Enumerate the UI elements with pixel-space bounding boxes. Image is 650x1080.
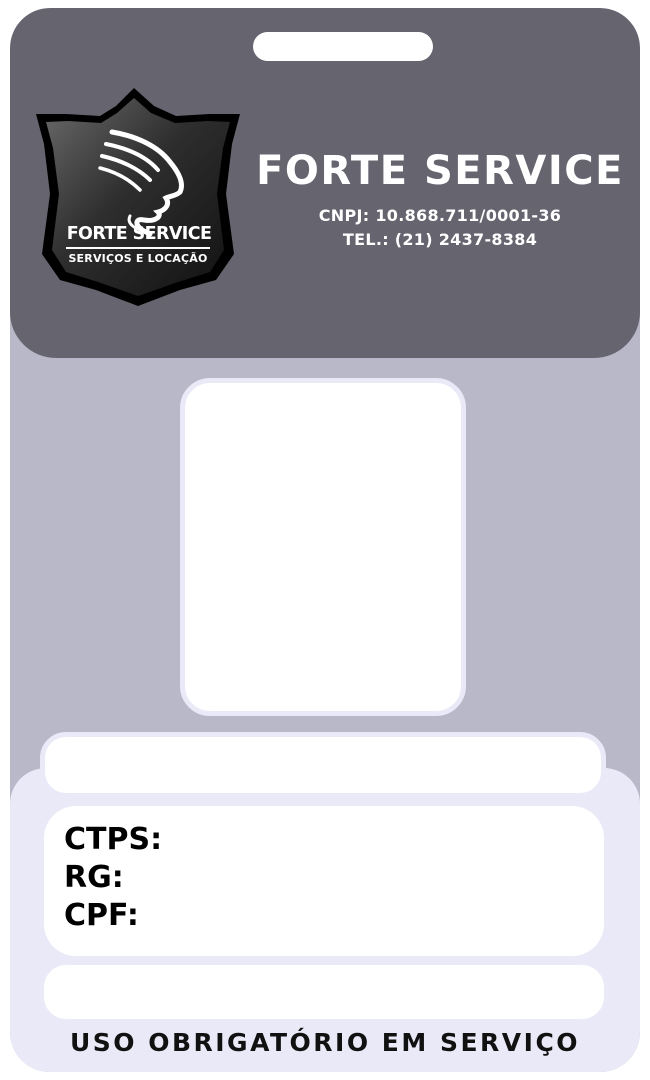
name-field-box bbox=[40, 732, 606, 798]
rg-label: RG: bbox=[64, 860, 124, 895]
lanyard-slot bbox=[253, 32, 433, 61]
id-badge: FORTE SERVICE SERVIÇOS E LOCAÇÃO FORTE S… bbox=[10, 8, 640, 1072]
documents-box: CTPS: RG: CPF: bbox=[44, 806, 604, 956]
logo-divider bbox=[66, 247, 210, 249]
logo-tagline: SERVIÇOS E LOCAÇÃO bbox=[68, 252, 208, 265]
cpf-label: CPF: bbox=[64, 898, 139, 933]
ctps-label: CTPS: bbox=[64, 822, 163, 857]
logo-shield-icon bbox=[36, 88, 240, 306]
company-cnpj: CNPJ: 10.868.711/0001-36 bbox=[318, 206, 562, 225]
photo-frame bbox=[180, 378, 466, 716]
badge-header: FORTE SERVICE SERVIÇOS E LOCAÇÃO FORTE S… bbox=[10, 8, 640, 358]
logo-name: FORTE SERVICE bbox=[66, 224, 212, 244]
company-phone: TEL.: (21) 2437-8384 bbox=[342, 230, 538, 249]
company-name: FORTE SERVICE bbox=[256, 148, 624, 194]
footer-note: USO OBRIGATÓRIO EM SERVIÇO bbox=[69, 1028, 581, 1057]
extra-field-box bbox=[44, 965, 604, 1019]
